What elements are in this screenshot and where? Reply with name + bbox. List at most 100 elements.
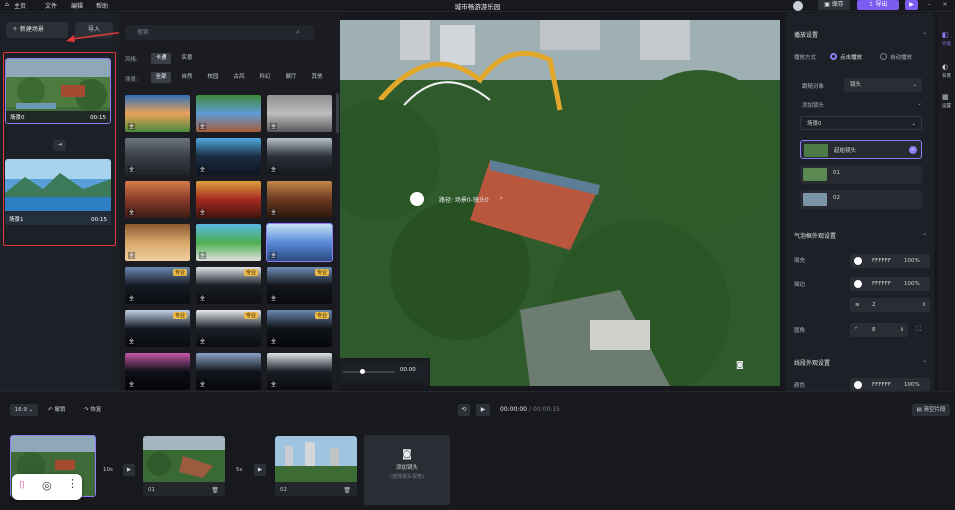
resource-thumb[interactable]: 全 [267, 353, 332, 390]
record-icon[interactable] [410, 192, 424, 206]
resource-thumb[interactable]: 全 [125, 138, 190, 175]
expand-icon[interactable]: ⛶ [916, 325, 921, 334]
type-nature[interactable]: 自然 [177, 72, 197, 83]
appearance-icon[interactable]: ◧ [942, 31, 949, 39]
stepper-icon[interactable]: ⇕ [922, 298, 926, 312]
type-all[interactable]: 全部 [151, 72, 171, 83]
resource-thumb[interactable]: 全 [125, 224, 190, 261]
resource-thumb[interactable]: 全 [267, 95, 332, 132]
minimize-icon[interactable]: – [925, 0, 933, 10]
type-scifi[interactable]: 科幻 [255, 72, 275, 83]
resource-thumb[interactable]: 全 [267, 181, 332, 218]
radio-auto-play[interactable] [880, 53, 887, 60]
resource-thumb[interactable]: 全 专业 [125, 310, 190, 347]
resource-thumb[interactable]: 全 专业 [196, 267, 261, 304]
resource-thumb[interactable]: 全 [196, 138, 261, 175]
chevron-down-icon[interactable]: ⌄ [922, 230, 927, 237]
search-icon[interactable]: ⌕ [296, 28, 300, 37]
chevron-down-icon[interactable]: ⌄ [922, 29, 927, 36]
redo-button[interactable]: ↷ 恢复 [84, 405, 101, 413]
color-swatch[interactable] [854, 381, 862, 389]
progress-track[interactable] [343, 371, 395, 373]
text-recognize-icon[interactable]: ⌷ [19, 480, 25, 491]
style-real[interactable]: 实景 [177, 53, 197, 64]
transition-icon[interactable]: ⇥ [53, 140, 66, 151]
background-icon[interactable]: ◐ [942, 63, 948, 71]
panorama-tag: 全 [270, 209, 278, 216]
resource-thumb[interactable]: 全 [196, 353, 261, 390]
preview-viewport[interactable]: 路径: 场景0-镜头0 › 00.00 ◙ [340, 20, 780, 386]
close-icon[interactable]: ✕ [941, 0, 949, 10]
avatar[interactable] [793, 1, 803, 11]
resource-thumb[interactable]: 全 [196, 224, 261, 261]
scene-card-0[interactable]: 场景0 00:15 [5, 58, 111, 124]
timeline-clip-02[interactable]: 02 🗑 [275, 436, 357, 496]
undo-button[interactable]: ↶ 撤销 [48, 405, 65, 413]
panorama-tag: 全 [270, 123, 278, 130]
search-input[interactable]: 搜索 [125, 25, 314, 40]
timeline-clip-01[interactable]: 01 🗑 [143, 436, 225, 496]
resource-thumb[interactable]: 全 [125, 181, 190, 218]
tab-settings[interactable]: 设置 [942, 103, 951, 109]
radius-stepper[interactable]: ⌜ 8 ⇕ [850, 323, 908, 337]
camera-item-start[interactable]: 起始镜头 ✓ [800, 140, 922, 159]
delete-icon[interactable]: 🗑 [343, 487, 351, 494]
screenshot-icon[interactable]: ◎ [42, 479, 52, 492]
transition-play-icon[interactable]: ▶ [254, 464, 266, 476]
clear-clips-button[interactable]: ▤ 清空片段 [912, 404, 950, 416]
border-color-field[interactable]: FFFFFF 100% [850, 277, 930, 291]
resource-thumb[interactable]: 全 专业 [267, 267, 332, 304]
settings-icon[interactable]: ▦ [942, 93, 949, 101]
loop-icon[interactable]: ⟲ [458, 404, 470, 416]
tab-appearance[interactable]: 外观 [942, 41, 951, 47]
camera-item-02[interactable]: 02 [800, 190, 922, 209]
scene-select[interactable]: 场景0 ⌄ [800, 116, 922, 130]
resource-thumb[interactable]: 全 [196, 181, 261, 218]
radio-click-play[interactable] [830, 53, 837, 60]
play-button[interactable]: ▶ [476, 404, 490, 416]
resource-thumb[interactable]: 全 [266, 223, 333, 262]
add-scene-button[interactable]: ＋ 新建场景 [6, 22, 68, 38]
project-title: 城市畅游游乐园 [454, 3, 501, 11]
resource-thumb[interactable]: 全 专业 [196, 310, 261, 347]
resource-thumb[interactable]: 全 专业 [125, 267, 190, 304]
type-ancient[interactable]: 古风 [229, 72, 249, 83]
playback-bar[interactable]: 00.00 [340, 362, 428, 382]
play-icon[interactable]: ▶ [905, 0, 918, 10]
tab-background[interactable]: 背景 [942, 73, 951, 79]
progress-handle[interactable] [360, 369, 365, 374]
style-cartoon[interactable]: 卡通 [151, 53, 171, 64]
total-time: 00:00:15 [533, 406, 560, 413]
line-color-field[interactable]: FFFFFF 100% [850, 378, 930, 392]
chevron-right-icon[interactable]: › [500, 194, 503, 202]
add-camera-card[interactable]: ◙ 添加镜头 (选择镜头视角) [364, 435, 450, 505]
camera-icon[interactable]: ◙ [736, 360, 744, 369]
save-button[interactable]: ▣ 保存 [818, 0, 850, 10]
stepper-icon[interactable]: ⇕ [900, 323, 904, 337]
resource-thumb[interactable]: 全 [196, 95, 261, 132]
more-icon[interactable]: ⋮ [67, 477, 78, 490]
resource-thumb[interactable]: 全 [267, 138, 332, 175]
transition-play-icon[interactable]: ▶ [123, 464, 135, 476]
type-hall[interactable]: 展厅 [281, 72, 301, 83]
ratio-select[interactable]: 16:9 ⌄ [10, 404, 38, 416]
panorama-tag: 全 [270, 252, 278, 259]
delete-icon[interactable]: 🗑 [211, 487, 219, 494]
resource-thumb[interactable]: 全 专业 [267, 310, 332, 347]
resource-thumb[interactable]: 全 [125, 95, 190, 132]
export-button[interactable]: ⇪ 导出 [857, 0, 899, 10]
camera-item-01[interactable]: 01 [800, 165, 922, 184]
color-swatch[interactable] [854, 257, 862, 265]
border-width-stepper[interactable]: ≡ 2 ⇕ [850, 298, 930, 312]
color-swatch[interactable] [854, 280, 862, 288]
type-campus[interactable]: 校园 [203, 72, 223, 83]
chevron-down-icon[interactable]: ⌄ [922, 357, 927, 364]
type-other[interactable]: 其他 [307, 72, 327, 83]
fill-color-field[interactable]: FFFFFF 100% [850, 254, 930, 268]
target-select[interactable]: 镜头 ⌄ [844, 78, 922, 92]
resource-thumb[interactable]: 全 [125, 353, 190, 390]
scrollbar[interactable] [336, 93, 339, 133]
scene-card-1[interactable]: 场景1 00:15 [5, 159, 111, 225]
panorama-tag: 全 [128, 381, 136, 388]
chevron-down-icon[interactable]: ⌄ [917, 100, 922, 107]
